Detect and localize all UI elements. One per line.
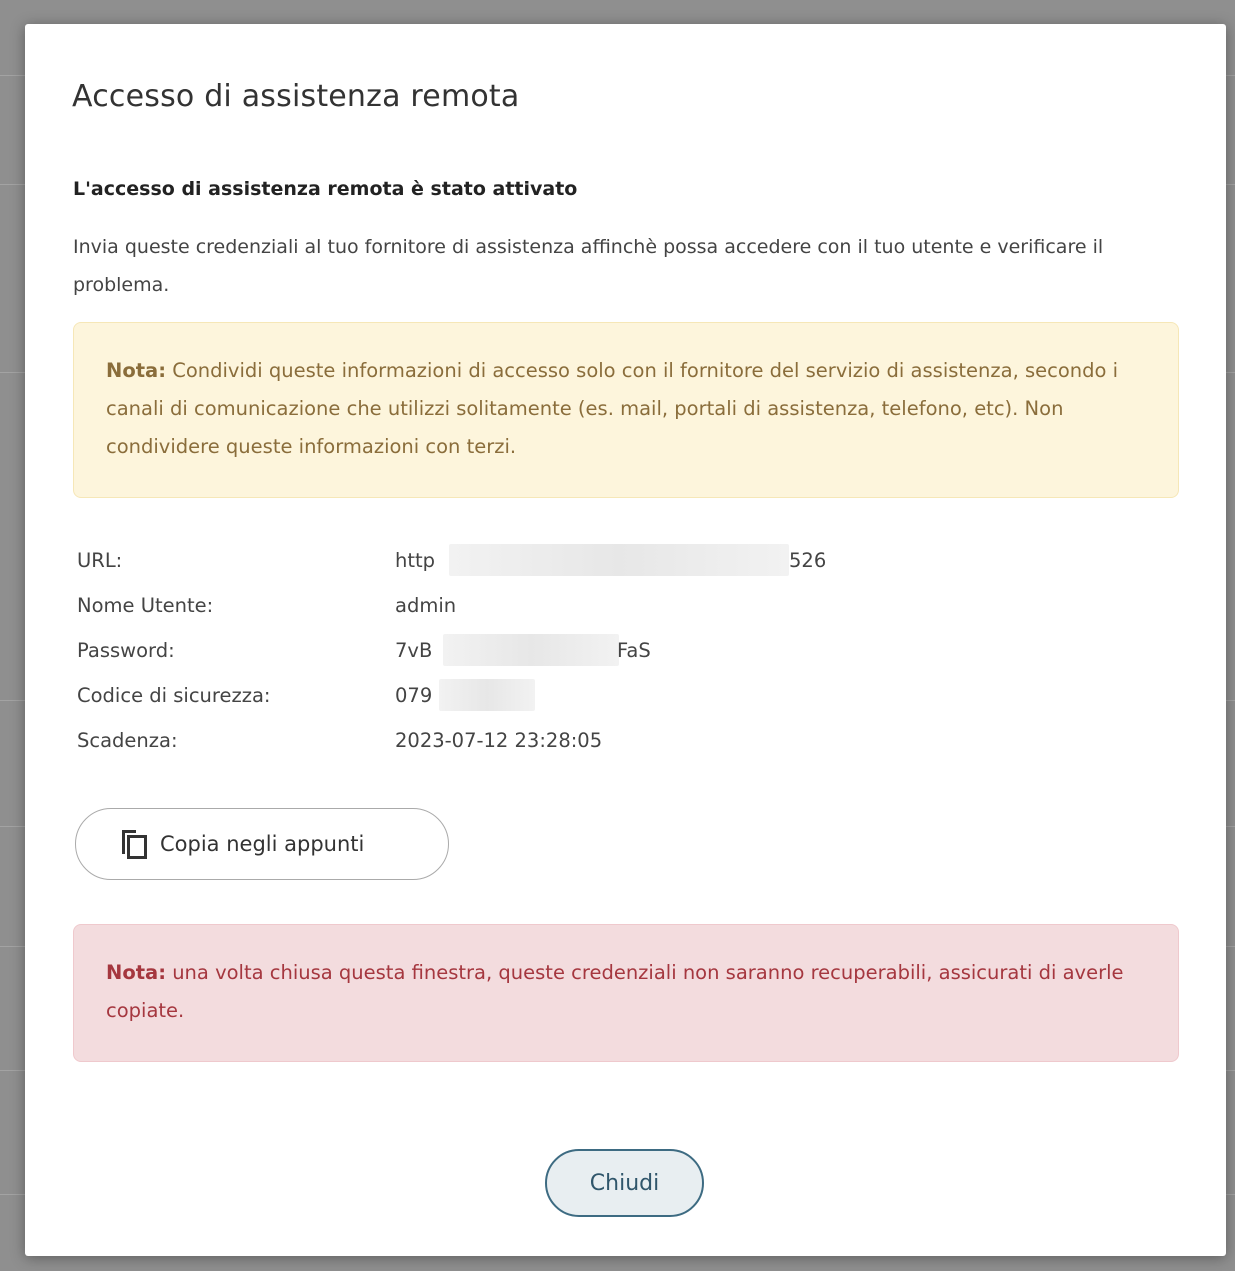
close-button-label: Chiudi xyxy=(589,1170,660,1196)
credential-value-username: admin xyxy=(395,594,457,617)
warning-note-label: Nota: xyxy=(106,359,166,382)
remote-assistance-dialog: Accesso di assistenza remota L'accesso d… xyxy=(25,24,1226,1256)
redacted-blur xyxy=(439,679,535,711)
url-value-end: 526 xyxy=(789,549,827,572)
copy-to-clipboard-button[interactable]: Copia negli appunti xyxy=(75,808,449,880)
url-value-start: http xyxy=(395,549,436,572)
password-value-start: 7vB xyxy=(395,639,433,662)
credential-value-url: http xyxy=(395,538,435,583)
credential-label: Password: xyxy=(77,639,175,662)
danger-note-label: Nota: xyxy=(106,961,166,984)
credential-value-expiry: 2023-07-12 23:28:05 xyxy=(395,729,603,752)
redacted-blur xyxy=(449,544,789,576)
danger-note: Nota: una volta chiusa questa finestra, … xyxy=(73,924,1179,1062)
danger-note-text: una volta chiusa questa finestra, queste… xyxy=(106,961,1124,1022)
credential-label: Nome Utente: xyxy=(77,594,214,617)
credential-label: URL: xyxy=(77,549,123,572)
close-button[interactable]: Chiudi xyxy=(545,1149,704,1217)
copy-icon xyxy=(122,830,147,859)
credential-label: Scadenza: xyxy=(77,729,178,752)
warning-note: Nota: Condividi queste informazioni di a… xyxy=(73,322,1179,498)
dialog-title: Accesso di assistenza remota xyxy=(72,79,520,114)
password-value-end: FaS xyxy=(617,639,651,662)
warning-note-text: Condividi queste informazioni di accesso… xyxy=(106,359,1119,458)
security-code-value-start: 079 xyxy=(395,684,433,707)
instructions-text: Invia queste credenziali al tuo fornitor… xyxy=(73,236,1104,296)
activation-message: L'accesso di assistenza remota è stato a… xyxy=(73,178,578,200)
redacted-blur xyxy=(443,634,619,666)
credential-label: Codice di sicurezza: xyxy=(77,684,271,707)
copy-button-label: Copia negli appunti xyxy=(160,832,365,856)
